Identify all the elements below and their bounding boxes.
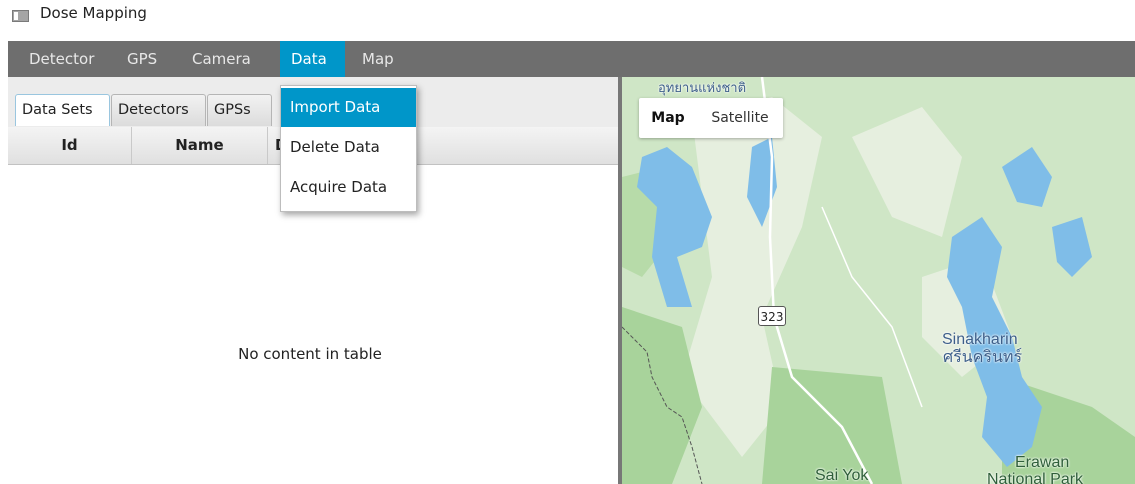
- map-type-map-button[interactable]: Map: [639, 98, 697, 138]
- empty-table-message: No content in table: [238, 345, 382, 363]
- map-label-national-park: National Park: [987, 471, 1084, 484]
- column-name[interactable]: Name: [132, 127, 268, 164]
- data-menu-dropdown: Import Data Delete Data Acquire Data: [280, 85, 417, 212]
- map-view[interactable]: อุทยานแห่งชาติ Sinakharin ศรีนครินทร์ Sa…: [622, 77, 1135, 484]
- window-title: Dose Mapping: [40, 4, 147, 22]
- tab-data-sets[interactable]: Data Sets: [15, 94, 110, 126]
- menu-item-acquire-data[interactable]: Acquire Data: [281, 168, 416, 207]
- menu-map[interactable]: Map: [353, 41, 403, 77]
- map-label-national-park-thai: อุทยานแห่งชาติ: [658, 80, 747, 95]
- tab-gpss[interactable]: GPSs: [207, 94, 272, 126]
- menu-item-import-data[interactable]: Import Data: [281, 88, 416, 127]
- menu-item-delete-data[interactable]: Delete Data: [281, 128, 416, 167]
- map-label-sai-yok: Sai Yok: [815, 467, 869, 484]
- app-icon: [12, 10, 29, 22]
- menu-gps[interactable]: GPS: [118, 41, 166, 77]
- map-type-control: Map Satellite: [639, 98, 783, 138]
- menu-detector[interactable]: Detector: [20, 41, 103, 77]
- map-label-erawan: Erawan: [1015, 454, 1070, 471]
- menu-bar: Detector GPS Camera Data Map: [8, 41, 1135, 77]
- map-type-satellite-button[interactable]: Satellite: [697, 98, 783, 138]
- menu-data[interactable]: Data: [280, 41, 345, 77]
- map-label-sinakharin: Sinakharin: [942, 331, 1018, 348]
- map-label-sinakharin-thai: ศรีนครินทร์: [943, 349, 1023, 366]
- tab-detectors[interactable]: Detectors: [111, 94, 206, 126]
- map-terrain: [622, 77, 1135, 484]
- road-shield: 323: [758, 306, 786, 326]
- menu-camera[interactable]: Camera: [183, 41, 260, 77]
- column-id[interactable]: Id: [8, 127, 132, 164]
- title-bar: Dose Mapping: [0, 0, 1135, 38]
